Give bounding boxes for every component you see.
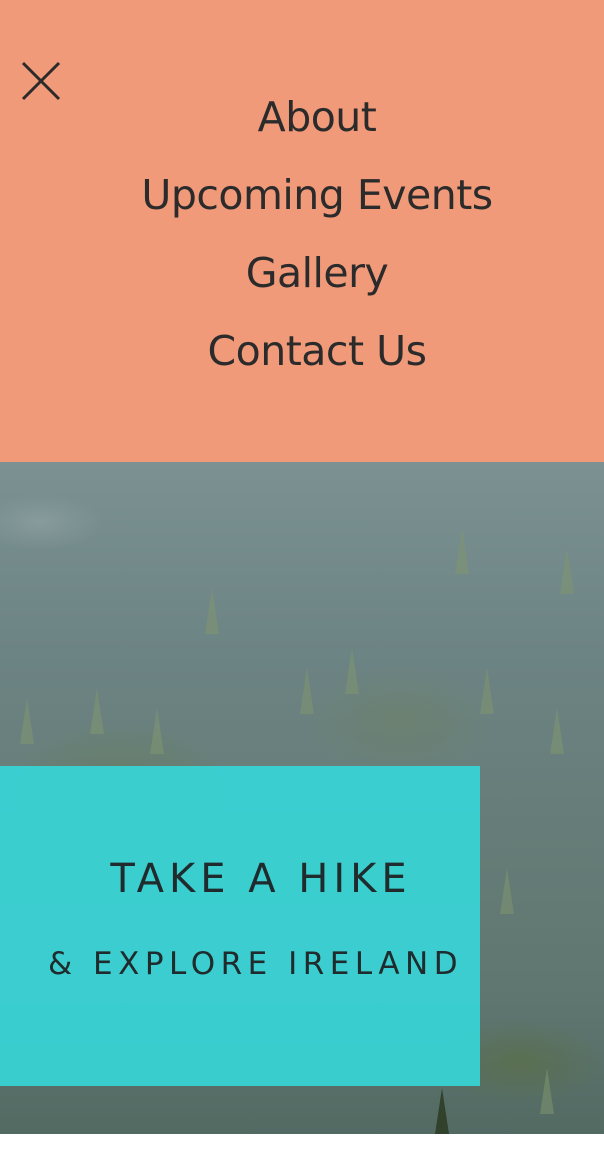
nav-item-upcoming-events[interactable]: Upcoming Events — [30, 166, 604, 244]
tree-shape — [205, 588, 219, 634]
tree-shape — [20, 698, 34, 744]
tree-shape — [455, 528, 469, 574]
tree-shape — [435, 1088, 449, 1134]
tree-shape — [560, 548, 574, 594]
tree-shape — [540, 1068, 554, 1114]
tree-shape — [90, 688, 104, 734]
hero-subtitle: & EXPLORE IRELAND — [48, 946, 464, 982]
tree-shape — [150, 708, 164, 754]
navigation-menu: About Upcoming Events Gallery Contact Us — [0, 0, 604, 462]
tree-shape — [480, 668, 494, 714]
tree-shape — [300, 668, 314, 714]
nav-item-contact-us[interactable]: Contact Us — [30, 322, 604, 400]
nav-item-about[interactable]: About — [30, 88, 604, 166]
tree-shape — [550, 708, 564, 754]
nav-list: About Upcoming Events Gallery Contact Us — [30, 88, 604, 400]
nav-item-gallery[interactable]: Gallery — [30, 244, 604, 322]
hero-tagline-box: TAKE A HIKE & EXPLORE IRELAND — [0, 766, 480, 1086]
tree-shape — [345, 648, 359, 694]
hero-title: TAKE A HIKE — [110, 856, 412, 902]
